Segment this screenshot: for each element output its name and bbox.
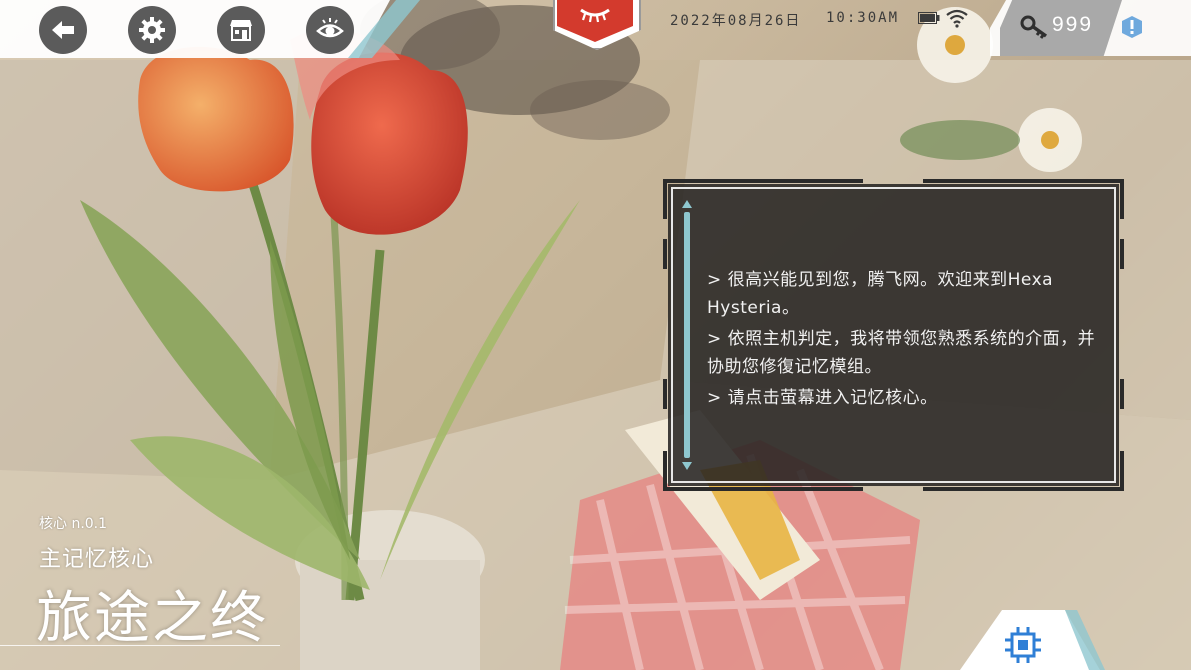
back-button[interactable] — [39, 6, 87, 54]
dialog-line: > 很高兴能见到您，腾飞网。欢迎来到Hexa Hysteria。 — [707, 270, 1054, 318]
back-arrow-icon — [52, 21, 74, 39]
eye-icon — [316, 18, 344, 38]
dialog-scrollbar[interactable] — [681, 200, 693, 470]
scroll-up-icon — [682, 200, 692, 208]
wifi-icon — [946, 9, 968, 28]
settings-button[interactable] — [128, 6, 176, 54]
status-date: 2022年08月26日 — [670, 13, 802, 29]
key-count: 999 — [1052, 13, 1094, 36]
core-subtitle: 主记忆核心 — [39, 547, 155, 572]
game-screen[interactable]: 2022年08月26日 10:30AM 999 > 很高兴能见到您，腾飞网。欢迎… — [0, 0, 1191, 670]
cpu-chip-icon[interactable] — [1003, 625, 1043, 665]
title-underline — [0, 645, 280, 646]
dialog-line: > 请点击萤幕进入记忆核心。 — [707, 388, 938, 408]
shop-button[interactable] — [217, 6, 265, 54]
closed-eye-icon — [580, 8, 610, 23]
view-toggle-button[interactable] — [306, 6, 354, 54]
dialog-text: > 很高兴能见到您，腾飞网。欢迎来到Hexa Hysteria。 > 依照主机判… — [707, 266, 1102, 415]
battery-icon — [918, 12, 940, 24]
gear-icon — [139, 17, 165, 43]
dialog-line: > 依照主机判定，我将带领您熟悉系统的介面，并协助您修復记忆模组。 — [707, 329, 1096, 377]
alert-shield-icon[interactable] — [1121, 15, 1143, 39]
shop-icon — [230, 20, 252, 41]
core-id: 核心 n.0.1 — [39, 516, 108, 532]
key-icon — [1020, 15, 1048, 39]
scroll-down-icon — [682, 462, 692, 470]
core-title: 旅途之终 — [36, 586, 268, 651]
status-time: 10:30AM — [826, 10, 900, 26]
